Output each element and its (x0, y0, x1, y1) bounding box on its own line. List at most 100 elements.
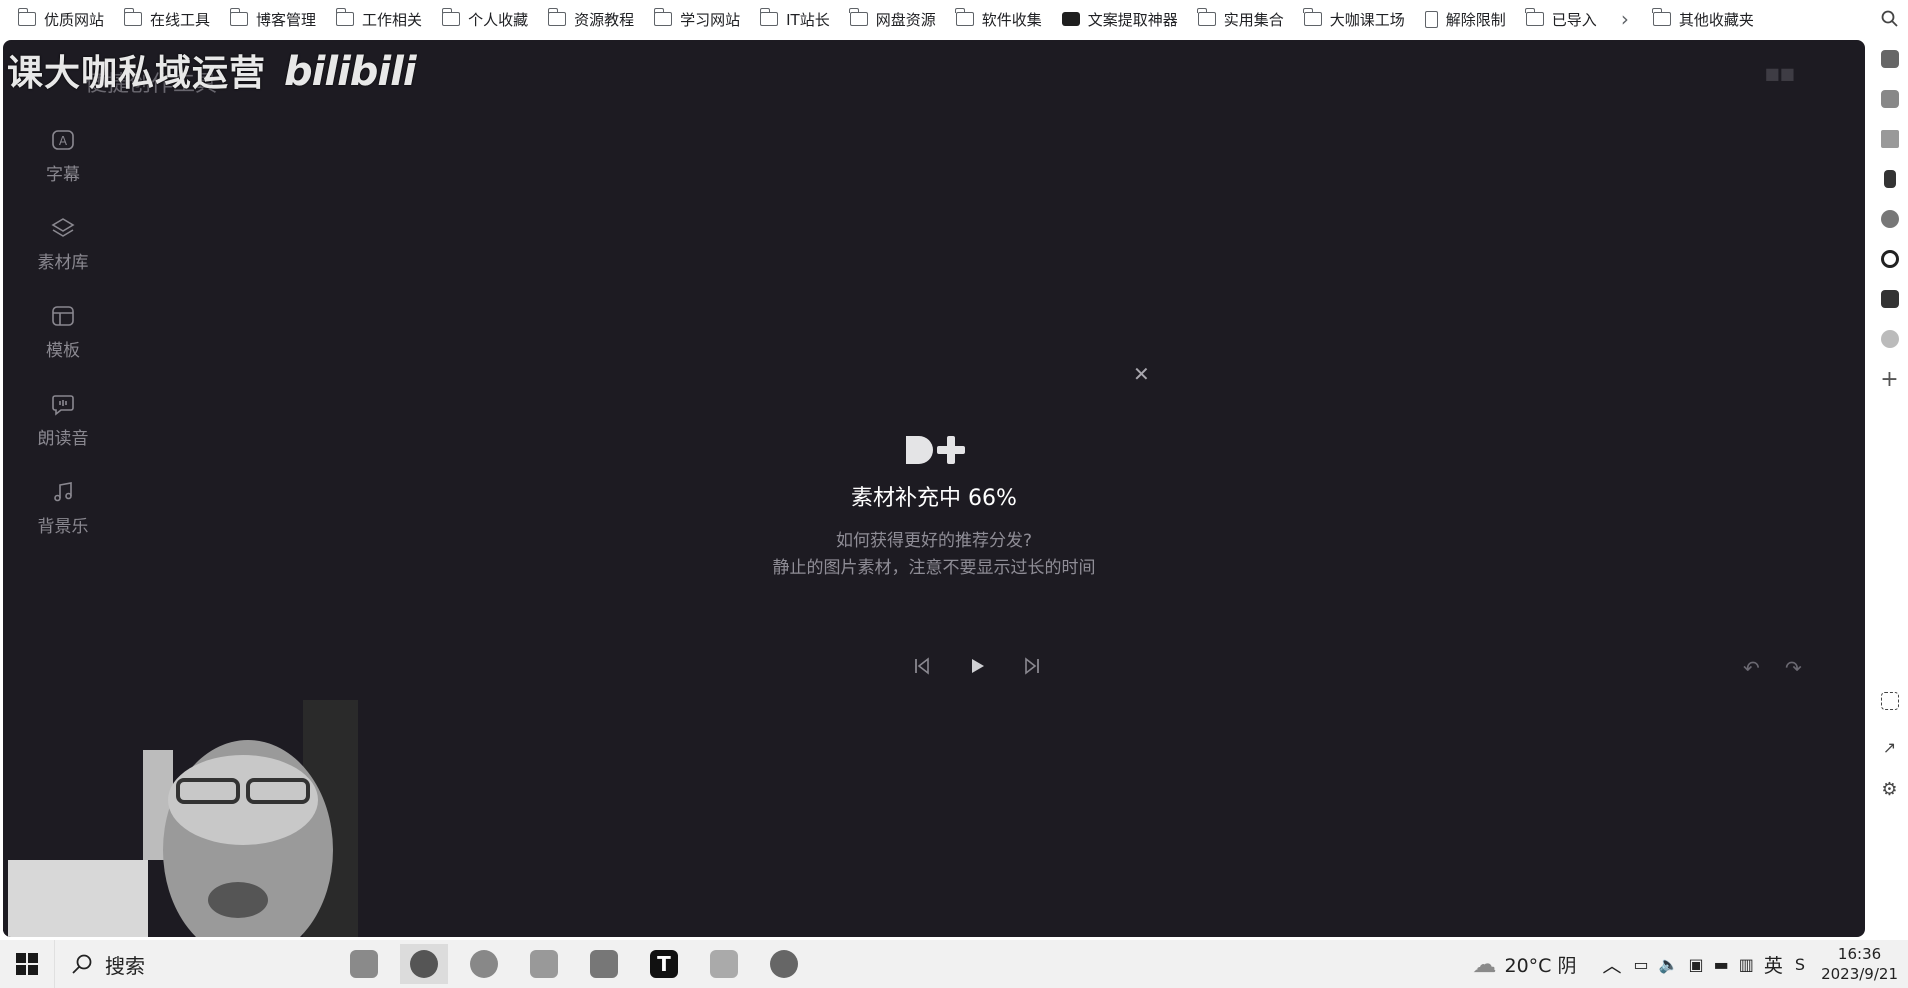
bookmark-item[interactable]: 已导入 (1516, 4, 1607, 34)
nav-label: 素材库 (37, 253, 89, 273)
chevron-up-icon[interactable]: ︿ (1602, 951, 1621, 978)
previous-icon[interactable] (911, 655, 933, 677)
taskbar-app-chrome[interactable] (460, 944, 508, 984)
send-icon[interactable] (1879, 128, 1901, 150)
search-label: 搜索 (105, 953, 145, 978)
app-icon (1061, 12, 1080, 26)
network-icon[interactable]: ▭ (1633, 955, 1648, 974)
bookmark-item[interactable]: 网盘资源 (840, 4, 946, 34)
battery-icon[interactable]: ▬ (1714, 955, 1729, 974)
bookmark-label: IT站长 (786, 10, 830, 29)
games-icon[interactable] (1879, 208, 1901, 230)
close-icon[interactable]: ✕ (1133, 362, 1150, 386)
bookmark-item[interactable]: 个人收藏 (432, 4, 538, 34)
redo-icon[interactable]: ↷ (1785, 656, 1802, 680)
sidebar-tray-icon[interactable]: ▥ (1739, 955, 1754, 974)
bookmark-label: 资源教程 (574, 10, 635, 29)
nav-materials[interactable]: 素材库 (23, 216, 103, 273)
taskbar-app-flower[interactable] (760, 944, 808, 984)
bookmark-label: 博客管理 (256, 10, 317, 29)
folder-icon (955, 8, 974, 26)
settings-icon[interactable]: ⚙ (1879, 778, 1901, 800)
folder-icon (759, 8, 779, 26)
svg-text:A: A (59, 134, 68, 148)
template-icon (52, 306, 74, 326)
webcam-feed (3, 660, 358, 937)
bookmark-item[interactable]: 资源教程 (538, 4, 644, 34)
flower-icon[interactable] (1879, 328, 1901, 350)
bookmark-item[interactable]: 软件收集 (946, 4, 1052, 34)
bookmark-item[interactable]: 博客管理 (220, 4, 326, 34)
circle-icon[interactable] (1879, 248, 1901, 270)
nav-voice[interactable]: 朗读音 (23, 392, 103, 449)
toolbox-icon[interactable] (1879, 48, 1901, 70)
folder-icon (1197, 8, 1216, 26)
taskbar-app-files[interactable] (700, 944, 748, 984)
nav-subtitle[interactable]: A 字幕 (23, 128, 103, 185)
folder-icon (17, 8, 36, 26)
clock-time: 16:36 (1837, 945, 1882, 963)
bookmarks-bar: 优质网站 在线工具 博客管理 工作相关 个人收藏 资源教程 学习网站 IT站长 … (0, 0, 1908, 38)
media-icon[interactable] (1879, 288, 1901, 310)
clock[interactable]: 16:36 2023/9/21 (1811, 944, 1908, 984)
screenshot-icon[interactable] (1879, 690, 1901, 712)
undo-icon[interactable]: ↶ (1743, 656, 1760, 680)
bookmark-label: 文案提取神器 (1087, 10, 1178, 29)
bookmark-label: 已导入 (1551, 10, 1597, 29)
material-add-icon (906, 436, 965, 464)
bookmark-label: 软件收集 (981, 10, 1042, 29)
nav-label: 朗读音 (37, 429, 89, 449)
taskbar-app-reader[interactable] (340, 944, 388, 984)
taskbar-app-editor[interactable] (580, 944, 628, 984)
folder-icon (653, 8, 673, 26)
bookmark-item[interactable]: IT站长 (750, 4, 840, 34)
ime-indicator[interactable]: 英 (1764, 951, 1783, 978)
next-icon[interactable] (1021, 655, 1043, 677)
start-button[interactable] (0, 940, 54, 988)
external-link-icon[interactable]: ↗ (1879, 736, 1901, 758)
bookmark-item[interactable]: 解除限制 (1415, 4, 1516, 34)
bookmark-item[interactable]: 文案提取神器 (1052, 4, 1188, 34)
bookmark-item[interactable]: 工作相关 (326, 4, 432, 34)
bookmark-item[interactable]: 学习网站 (644, 4, 750, 34)
bookmark-other-label: 其他收藏夹 (1678, 10, 1754, 29)
nav-template[interactable]: 模板 (23, 304, 103, 361)
subtitle-icon: A (52, 130, 74, 150)
play-icon[interactable] (966, 655, 988, 677)
bookmark-item[interactable]: 实用集合 (1188, 4, 1294, 34)
bookmark-item[interactable]: 大咖课工场 (1294, 4, 1415, 34)
search-icon[interactable] (1879, 8, 1901, 30)
bookmark-item[interactable]: 在线工具 (114, 4, 220, 34)
weather-text[interactable]: 20°C 阴 (1504, 951, 1576, 978)
folder-icon (441, 8, 461, 26)
search-icon (72, 954, 92, 974)
outlook-icon[interactable] (1879, 88, 1901, 110)
folder-icon (547, 8, 567, 26)
page-icon (1424, 10, 1438, 28)
taskbar-search[interactable]: 搜索 (54, 940, 334, 988)
bookmark-item[interactable]: 优质网站 (8, 4, 114, 34)
volume-icon[interactable]: 🔈 (1659, 955, 1679, 974)
folder-icon (1652, 8, 1671, 26)
plus-icon[interactable]: + (1879, 367, 1901, 392)
nav-label: 模板 (46, 341, 80, 361)
bookmark-label: 个人收藏 (468, 10, 529, 29)
folder-icon (229, 8, 249, 26)
taskbar-app-edge-beta[interactable] (400, 944, 448, 984)
bing-icon[interactable] (1879, 168, 1901, 190)
bookmark-label: 网盘资源 (875, 10, 936, 29)
tip-answer: 静止的图片素材，注意不要显示过长的时间 (772, 558, 1096, 578)
folder-icon (849, 8, 868, 26)
taskbar-app-typora[interactable]: T (640, 944, 688, 984)
bookmark-other[interactable]: 其他收藏夹 (1643, 4, 1764, 34)
windows-icon (16, 953, 38, 975)
wps-icon[interactable]: S (1795, 955, 1805, 974)
taskbar-app-notes[interactable] (520, 944, 568, 984)
screenshot-tray-icon[interactable]: ▣ (1689, 955, 1704, 974)
bookmark-label: 工作相关 (362, 10, 423, 29)
chevron-right-icon[interactable]: › (1607, 7, 1643, 31)
taskbar: 搜索 T ☁ 20°C 阴 ︿ ▭ 🔈 ▣ ▬ ▥ 英 S 16:36 2023… (0, 940, 1908, 988)
export-button[interactable]: ■■ (1765, 64, 1795, 83)
voice-icon (52, 395, 74, 416)
watermark-text: 课大咖私域运营 (7, 53, 267, 94)
